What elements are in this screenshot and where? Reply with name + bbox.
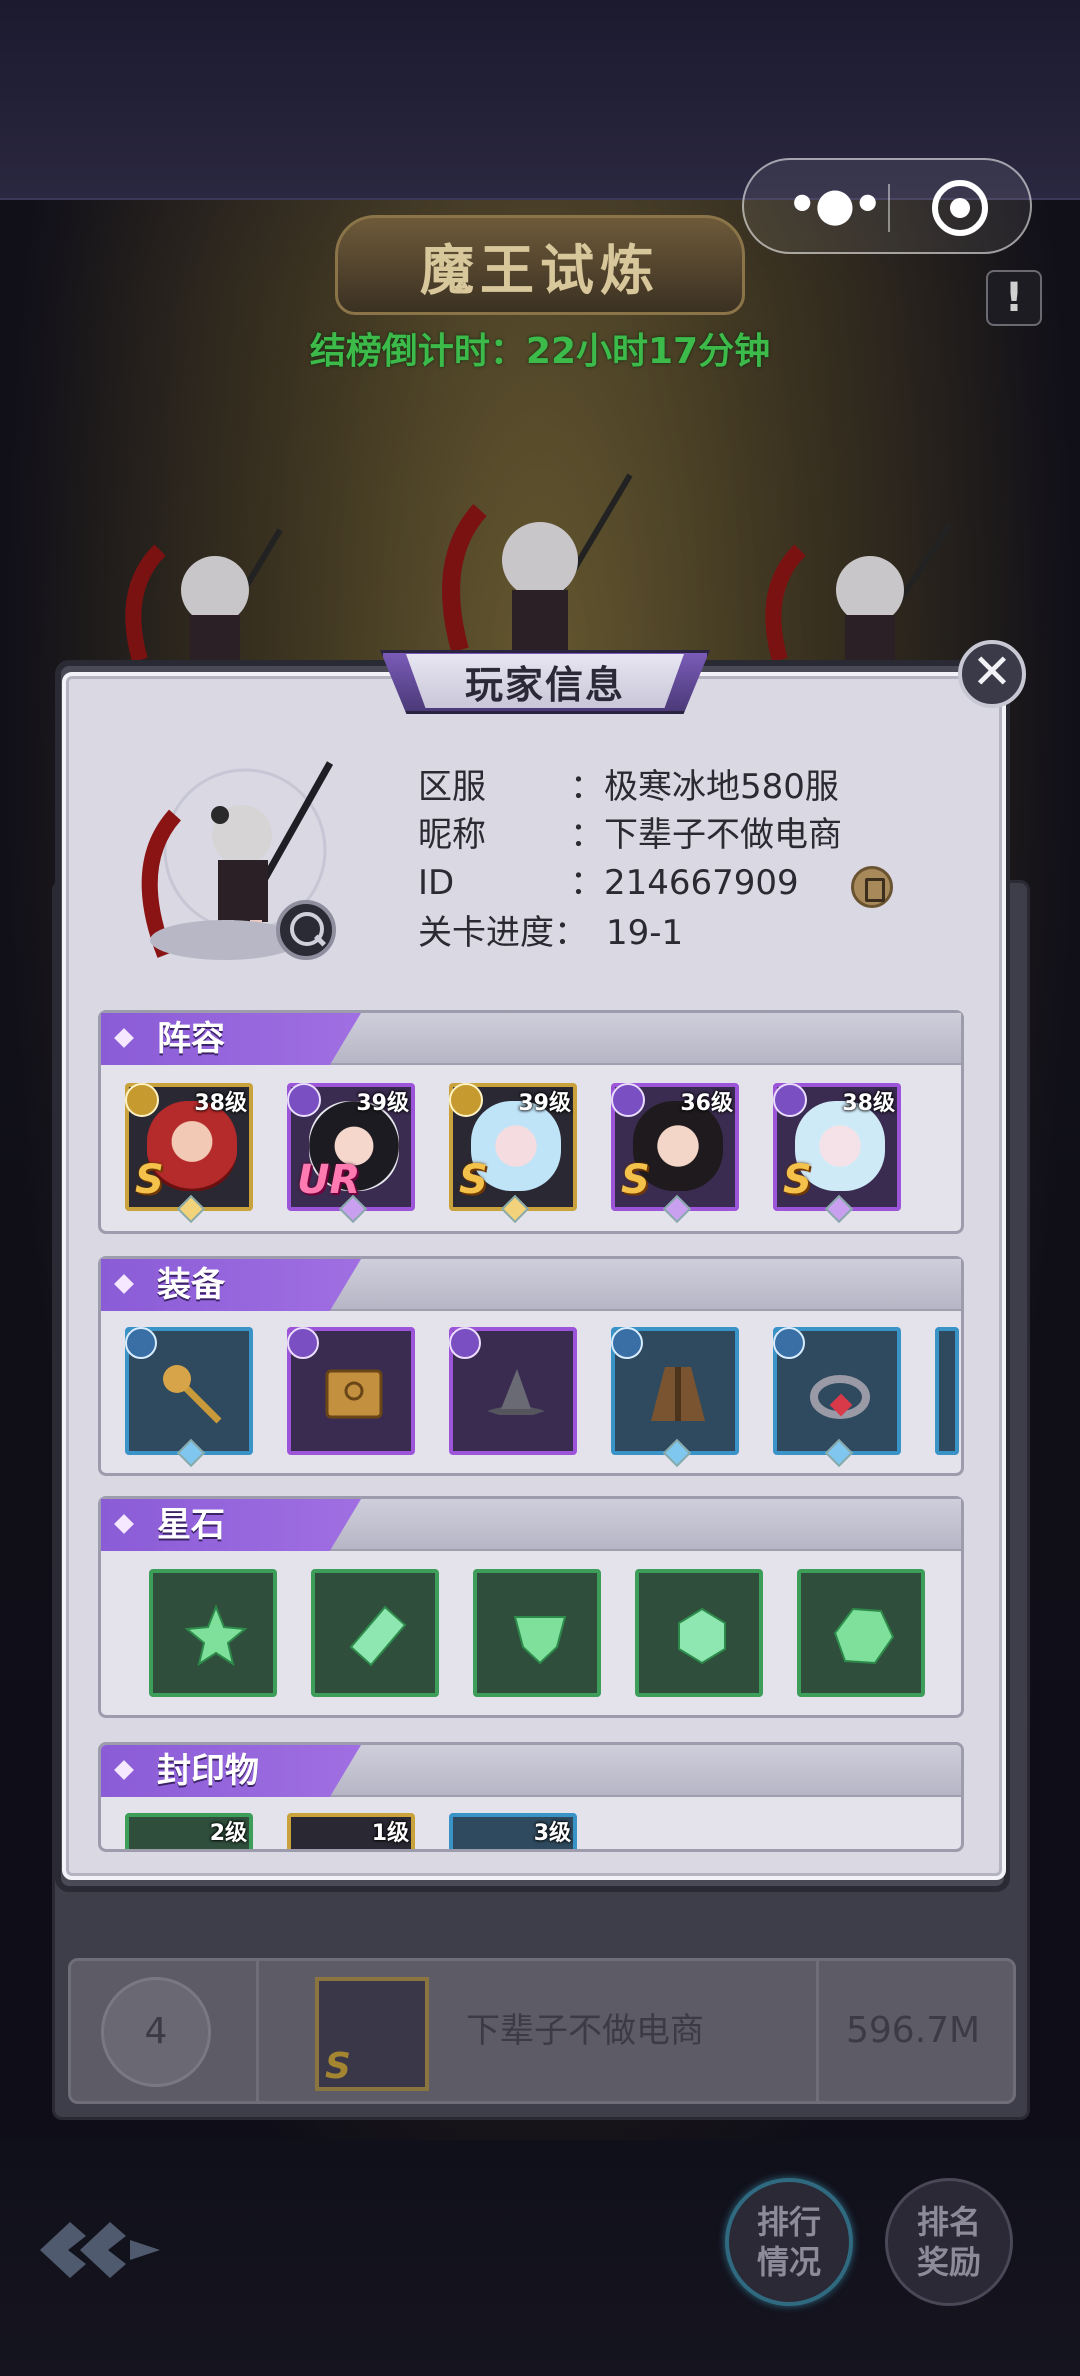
avatar: S — [315, 1977, 429, 2091]
section-title: 星石 — [157, 1505, 225, 1545]
hero-role-icon — [449, 1083, 483, 1117]
more-dots-icon[interactable]: •●• — [784, 160, 884, 256]
ranking-status-label-2: 情况 — [756, 2243, 821, 2281]
rank-reward-button[interactable]: 排名 奖励 — [885, 2178, 1013, 2306]
field-label-server: 区服 — [418, 767, 486, 807]
power-value: 596.7M — [846, 2010, 981, 2051]
section-tab-starstone: 星石 — [101, 1499, 361, 1551]
equipment-slot[interactable] — [287, 1327, 415, 1455]
hero-role-icon — [125, 1083, 159, 1117]
shield-gem-icon — [513, 1616, 567, 1665]
field-label-id: ID — [418, 863, 455, 903]
target-icon[interactable] — [932, 180, 988, 236]
starstone-slot[interactable] — [635, 1569, 763, 1697]
hero-slot[interactable]: 38级 S — [125, 1083, 253, 1224]
seal-slot[interactable]: 1级 — [287, 1813, 415, 1849]
hero-slot[interactable]: 39级 S — [449, 1083, 577, 1224]
section-tab-seal: 封印物 — [101, 1745, 361, 1797]
bracelet-icon — [810, 1375, 870, 1419]
starstone-slot[interactable] — [311, 1569, 439, 1697]
equipment-section: 装备 — [98, 1256, 964, 1476]
exclamation-icon[interactable]: ! — [986, 270, 1042, 326]
hero-role-icon — [611, 1083, 645, 1117]
mini-program-capsule: •●• — [742, 158, 1032, 254]
field-label-progress: 关卡进度： — [418, 913, 588, 953]
copy-icon[interactable] — [851, 866, 893, 908]
bg-character-center — [442, 473, 633, 660]
hero-level: 38级 — [842, 1091, 895, 1116]
hero-rank: S — [459, 1157, 488, 1203]
seal-slot[interactable]: 2级 — [125, 1813, 253, 1849]
section-tab-lineup: 阵容 — [101, 1013, 361, 1065]
row-divider — [816, 1961, 819, 2101]
equipment-slot[interactable] — [125, 1327, 253, 1468]
equipment-slot-partial[interactable] — [935, 1327, 959, 1455]
rank-reward-label-2: 奖励 — [916, 2243, 981, 2281]
bg-character-left — [125, 528, 283, 670]
field-label-nickname: 昵称 — [418, 815, 486, 855]
field-value-nickname: ：下辈子不做电商 — [570, 815, 842, 855]
section-title: 阵容 — [157, 1019, 225, 1059]
magnify-icon[interactable] — [276, 900, 336, 960]
starstone-slot[interactable] — [473, 1569, 601, 1697]
my-rank-row[interactable]: 4 S 下辈子不做电商 596.7M — [68, 1958, 1016, 2104]
arrow-logo-icon[interactable] — [30, 2210, 170, 2290]
crystal-gem-icon — [349, 1605, 407, 1667]
section-title: 装备 — [157, 1265, 225, 1305]
seal-level: 3级 — [533, 1821, 571, 1846]
seal-slot[interactable]: 3级 — [449, 1813, 577, 1849]
hero-rank: S — [621, 1157, 650, 1203]
hero-level: 36级 — [680, 1091, 733, 1116]
popup-title: 玩家信息 — [464, 662, 625, 707]
hero-slot[interactable]: 36级 S — [611, 1083, 739, 1224]
equipment-slot[interactable] — [773, 1327, 901, 1468]
staff-icon — [163, 1365, 222, 1424]
hero-level: 38级 — [194, 1091, 247, 1116]
lineup-section: 阵容 38级 S 39级 UR 39级 S 36级 S 38级 S — [98, 1010, 964, 1234]
row-divider — [256, 1961, 259, 2101]
starstone-slot[interactable] — [797, 1569, 925, 1697]
hero-slot[interactable]: 38级 S — [773, 1083, 901, 1224]
bg-character-right — [765, 523, 953, 670]
popup-header: 玩家信息 — [406, 654, 684, 708]
rank-reward-label-1: 排名 — [916, 2203, 981, 2241]
hero-role-icon — [773, 1083, 807, 1117]
section-title: 封印物 — [157, 1751, 259, 1791]
capsule-divider — [888, 184, 890, 232]
hero-role-icon — [287, 1083, 321, 1117]
book-icon — [325, 1369, 383, 1419]
equipment-slot[interactable] — [449, 1327, 577, 1455]
hero-slot[interactable]: 39级 UR — [287, 1083, 415, 1224]
rank-number: 4 — [101, 1977, 211, 2087]
field-value-id: ：214667909 — [570, 863, 799, 903]
hero-rank: S — [783, 1157, 812, 1203]
cloak-icon — [651, 1367, 705, 1421]
seal-section: 封印物 2级 1级 3级 — [98, 1742, 964, 1852]
hero-rank: S — [135, 1157, 164, 1203]
equipment-slot[interactable] — [611, 1327, 739, 1468]
section-tab-equipment: 装备 — [101, 1259, 361, 1311]
starstone-slot[interactable] — [149, 1569, 277, 1697]
ranking-status-button[interactable]: 排行 情况 — [725, 2178, 853, 2306]
seal-level: 2级 — [209, 1821, 247, 1846]
wizard-hat-icon — [487, 1369, 545, 1415]
page-title: 魔王试炼 — [420, 238, 660, 302]
page-title-plaque: 魔王试炼 — [335, 215, 745, 315]
seal-level: 1级 — [371, 1821, 409, 1846]
field-value-progress: 19-1 — [606, 913, 684, 953]
hero-level: 39级 — [518, 1091, 571, 1116]
star-gem-icon — [184, 1604, 248, 1667]
player-name: 下辈子不做电商 — [466, 2011, 704, 2051]
hero-level: 39级 — [356, 1091, 409, 1116]
close-icon[interactable]: ✕ — [958, 640, 1026, 708]
starstone-section: 星石 — [98, 1496, 964, 1718]
ranking-status-label-1: 排行 — [756, 2203, 821, 2241]
hex-gem-icon — [833, 1607, 895, 1665]
round-gem-icon — [678, 1607, 726, 1665]
avatar-rank-badge: S — [325, 2046, 351, 2087]
field-value-server: ：极寒冰地580服 — [570, 767, 839, 807]
countdown-text: 结榜倒计时：22小时17分钟 — [309, 331, 771, 372]
